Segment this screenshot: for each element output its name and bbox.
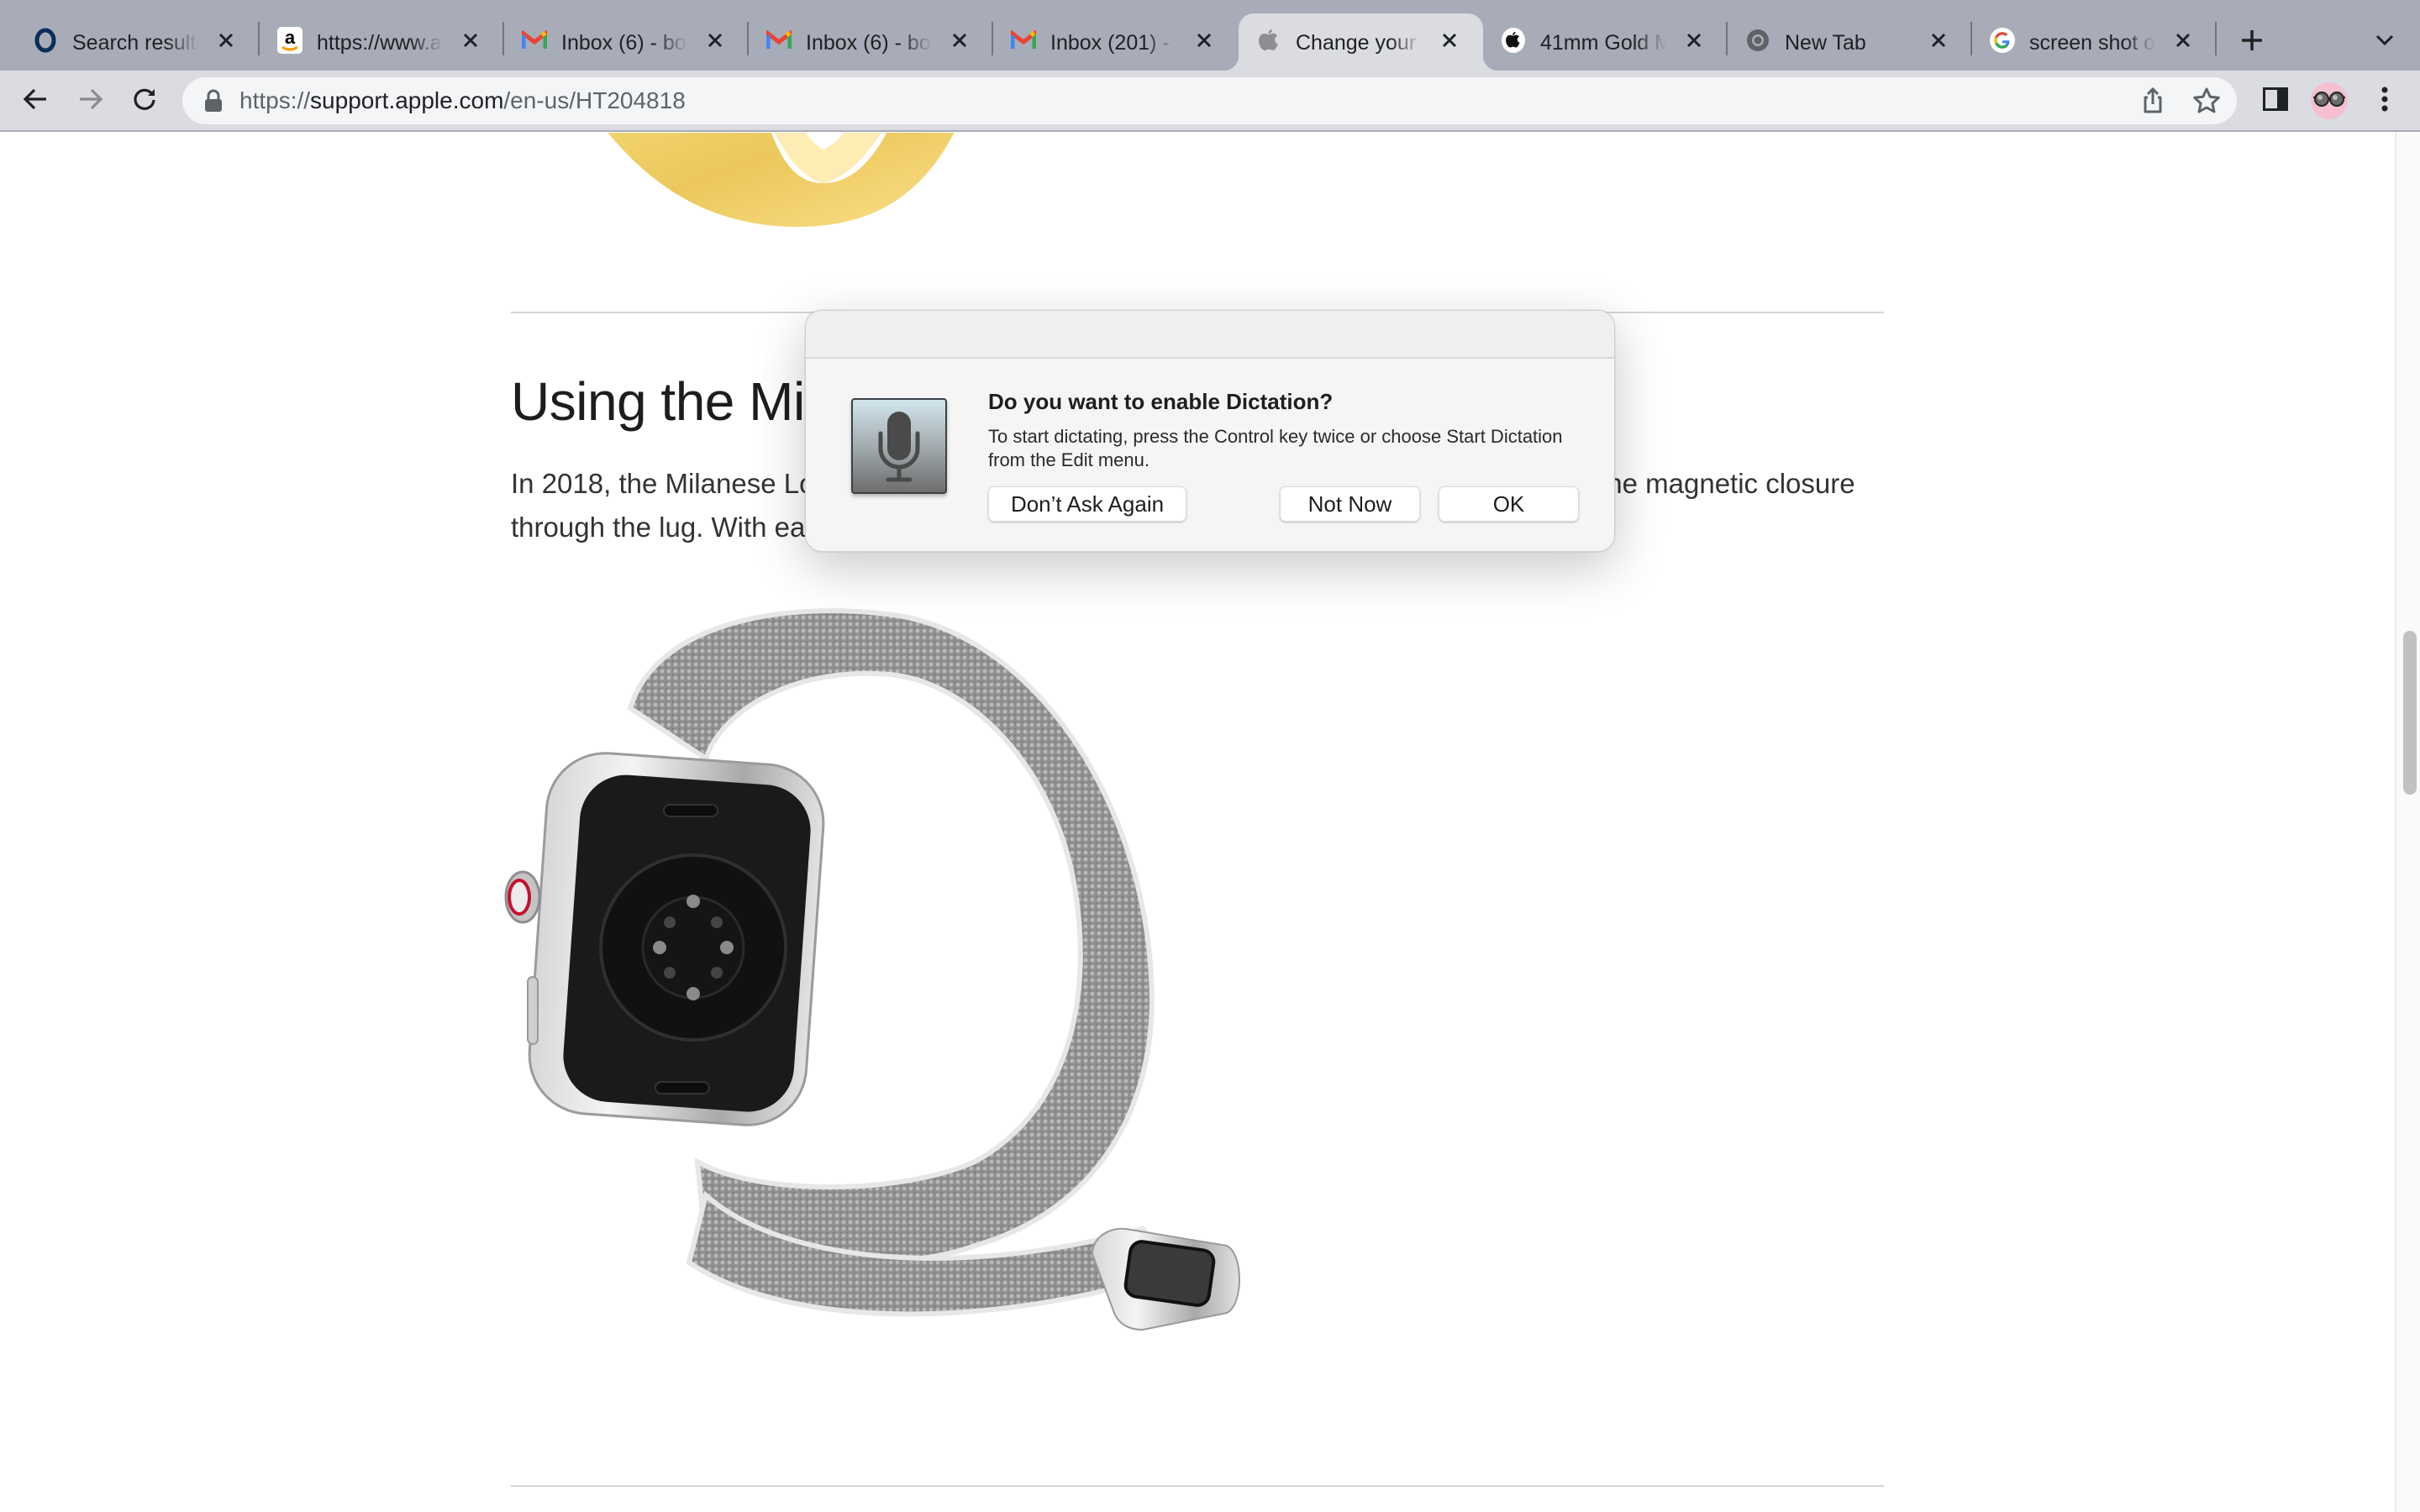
reload-icon <box>132 87 157 116</box>
svg-text:a: a <box>285 27 296 48</box>
bookmark-star-icon[interactable] <box>2191 86 2222 116</box>
tab-search-results[interactable]: Search results <box>15 13 260 71</box>
reload-button[interactable] <box>126 82 163 119</box>
section-divider <box>511 1485 1884 1487</box>
chevron-down-icon <box>2375 34 2394 50</box>
tab-google-search[interactable]: screen shot on <box>1972 13 2217 71</box>
tab-title: screen shot on <box>2029 31 2155 55</box>
tab-title: https://www.amazon <box>317 31 443 55</box>
tab-gmail-2[interactable]: Inbox (6) - bob <box>749 13 993 71</box>
arrow-left-icon <box>23 87 48 115</box>
ok-button[interactable]: OK <box>1439 486 1579 522</box>
close-tab-icon[interactable] <box>1681 27 1707 54</box>
apple-favicon-icon <box>1500 27 1527 54</box>
dont-ask-again-button[interactable]: Don’t Ask Again <box>988 486 1186 522</box>
tab-gmail-1[interactable]: Inbox (6) - bob <box>504 13 749 71</box>
close-tab-icon[interactable] <box>213 27 239 54</box>
url-text[interactable]: https://support.apple.com/en-us/HT204818 <box>239 77 686 124</box>
close-tab-icon[interactable] <box>702 27 729 54</box>
tab-title: Inbox (201) - f <box>1050 31 1176 55</box>
tab-new-tab[interactable]: New Tab <box>1728 13 1972 71</box>
close-tab-icon[interactable] <box>946 27 973 54</box>
url-path: /en-us/HT204818 <box>503 87 686 113</box>
plus-icon <box>2240 29 2264 56</box>
new-tab-button[interactable] <box>2235 25 2269 59</box>
tab-amazon[interactable]: a https://www.amazon <box>260 13 504 71</box>
google-favicon-icon <box>1989 27 2016 54</box>
gmail-favicon-icon <box>765 27 792 54</box>
address-bar[interactable]: https://support.apple.com/en-us/HT204818 <box>182 77 2237 124</box>
tab-title: Inbox (6) - bob <box>561 31 687 55</box>
share-icon[interactable] <box>2138 86 2168 116</box>
apple-watch-milanese-loop-image <box>504 608 1240 1331</box>
microphone-icon <box>851 398 947 494</box>
page-scrollbar[interactable] <box>2395 133 2420 1512</box>
gmail-favicon-icon <box>1010 27 1037 54</box>
tab-change-your-apple-watch-band[interactable]: Change your Apple <box>1223 13 1498 71</box>
tab-strip: Search results a https://www.amazon Inbo… <box>0 0 2420 71</box>
tab-title: Change your Apple <box>1296 31 1422 55</box>
tab-title: 41mm Gold Milanese <box>1540 31 1666 55</box>
search-results-favicon-icon <box>32 27 59 54</box>
url-scheme: https:// <box>239 87 311 113</box>
close-tab-icon[interactable] <box>1925 27 1952 54</box>
tab-title: Search results <box>72 31 198 55</box>
tab-title: New Tab <box>1785 31 1866 55</box>
dictation-dialog: Do you want to enable Dictation? To star… <box>805 310 1615 552</box>
yellow-solo-loop-band-image <box>608 133 955 227</box>
close-tab-icon[interactable] <box>2170 27 2196 54</box>
browser-toolbar: https://support.apple.com/en-us/HT204818 <box>0 71 2420 132</box>
sunglasses-avatar-icon <box>2312 91 2346 112</box>
dialog-title: Do you want to enable Dictation? <box>988 389 1334 414</box>
dialog-titlebar[interactable] <box>806 311 1614 359</box>
scrollbar-thumb[interactable] <box>2403 631 2417 795</box>
forward-button[interactable] <box>72 82 109 119</box>
close-tab-icon[interactable] <box>1191 27 1218 54</box>
side-panel-icon <box>2263 87 2288 115</box>
back-button[interactable] <box>17 82 54 119</box>
arrow-right-icon <box>78 87 103 115</box>
amazon-favicon-icon: a <box>276 27 303 54</box>
tab-search-button[interactable] <box>2368 25 2402 59</box>
browser-menu-button[interactable] <box>2366 82 2403 119</box>
close-tab-icon[interactable] <box>1436 27 1463 54</box>
not-now-button[interactable]: Not Now <box>1280 486 1420 522</box>
gmail-favicon-icon <box>521 27 548 54</box>
close-tab-icon[interactable] <box>457 27 484 54</box>
side-panel-button[interactable] <box>2257 82 2294 119</box>
lock-icon[interactable] <box>203 89 224 113</box>
tab-title: Inbox (6) - bob <box>806 31 932 55</box>
chrome-favicon-icon <box>1744 27 1771 54</box>
tab-gmail-3[interactable]: Inbox (201) - f <box>993 13 1238 71</box>
tab-separator <box>2215 22 2217 55</box>
profile-avatar[interactable] <box>2311 82 2348 119</box>
apple-favicon-icon <box>1255 27 1282 54</box>
url-host: support.apple.com <box>310 87 504 113</box>
tab-41mm-gold-milanese[interactable]: 41mm Gold Milanese <box>1483 13 1728 71</box>
more-vertical-icon <box>2381 87 2388 116</box>
dialog-message: To start dictating, press the Control ke… <box>988 426 1563 470</box>
